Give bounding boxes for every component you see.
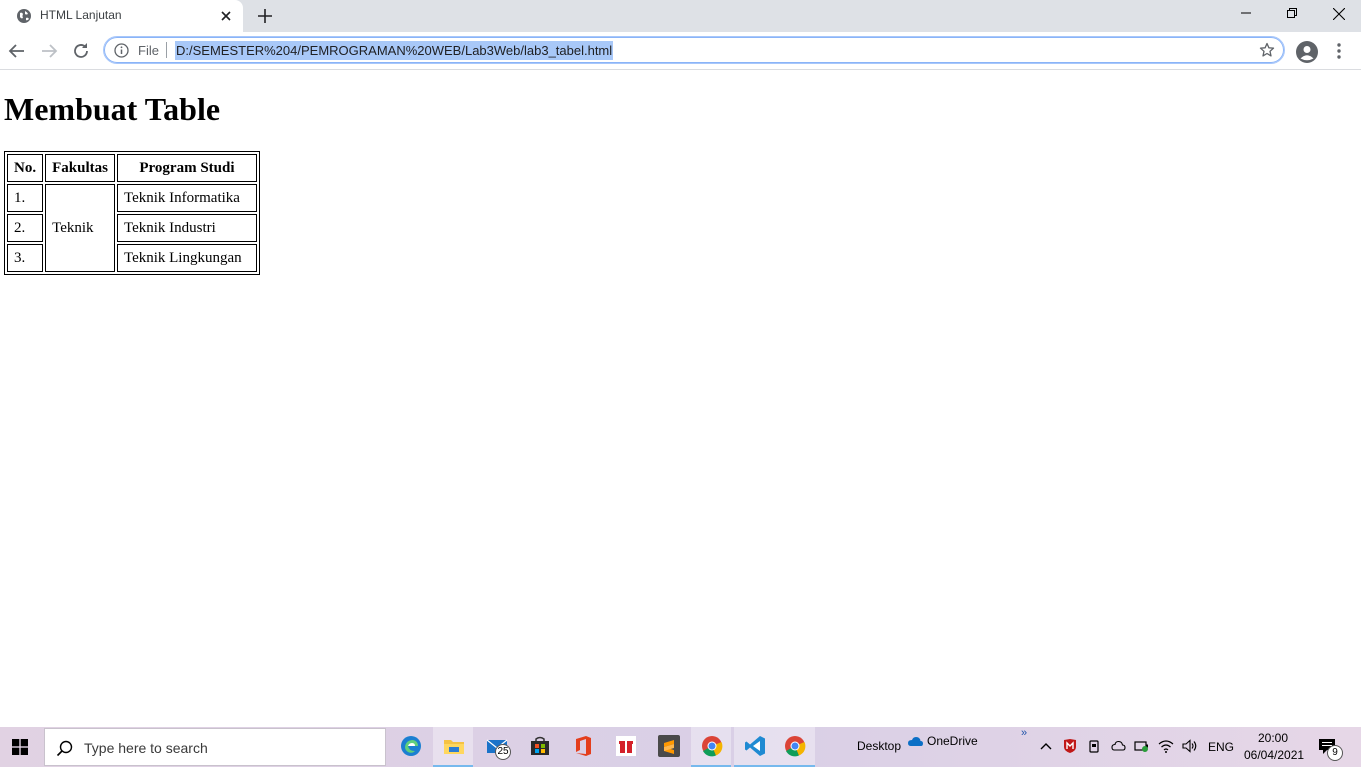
taskbar-app-file-explorer[interactable] <box>433 727 473 767</box>
windows-logo-icon <box>12 739 28 755</box>
table-row: 1. Teknik Teknik Informatika <box>7 184 257 272</box>
vscode-icon <box>745 736 765 756</box>
volume-icon[interactable] <box>1182 738 1198 754</box>
header-no: No. <box>7 154 44 182</box>
onedrive-label[interactable]: OneDrive <box>927 734 978 748</box>
wifi-icon[interactable] <box>1158 738 1174 754</box>
cell-program-studi: Teknik Informatika <box>116 184 257 212</box>
new-tab-icon[interactable] <box>256 7 274 25</box>
store-icon <box>531 736 549 755</box>
tab-title: HTML Lanjutan <box>40 8 122 22</box>
taskbar-app-mail[interactable]: 25 <box>476 727 516 767</box>
cell-program-studi: Teknik Industri <box>116 214 257 242</box>
cell-fakultas: Teknik <box>45 184 115 272</box>
kebab-menu-icon[interactable] <box>1333 42 1345 60</box>
taskbar-search-box[interactable]: Type here to search <box>44 728 386 766</box>
taskbar-app-vscode[interactable] <box>734 727 774 767</box>
url-text[interactable]: D:/SEMESTER%204/PEMROGRAMAN%20WEB/Lab3We… <box>175 41 614 60</box>
info-icon[interactable] <box>114 43 129 58</box>
edge-icon <box>401 736 421 756</box>
forward-arrow-icon[interactable] <box>39 41 59 61</box>
minimize-icon <box>1241 12 1251 14</box>
reload-icon[interactable] <box>71 41 91 61</box>
bookmark-star-icon[interactable] <box>1259 42 1275 58</box>
chrome-icon <box>702 736 723 757</box>
close-window-button[interactable] <box>1315 0 1361 30</box>
page-content: Membuat Table No. Fakultas Program Studi… <box>0 70 1361 727</box>
omnibox-divider <box>166 42 167 58</box>
office-icon <box>576 736 591 756</box>
page-heading: Membuat Table <box>4 91 221 127</box>
browser-toolbar: File D:/SEMESTER%204/PEMROGRAMAN%20WEB/L… <box>0 32 1361 70</box>
address-bar[interactable]: File D:/SEMESTER%204/PEMROGRAMAN%20WEB/L… <box>103 36 1285 64</box>
cloud-sync-icon[interactable] <box>1110 738 1126 754</box>
mcafee-shield-icon[interactable] <box>1062 738 1078 754</box>
taskbar-app-edge[interactable] <box>390 727 430 767</box>
search-icon <box>56 740 73 757</box>
chevron-up-icon[interactable] <box>1038 738 1054 754</box>
taskbar-app-office[interactable] <box>562 727 602 767</box>
toolbar-overflow-chevron[interactable]: » <box>1021 727 1027 739</box>
taskbar-app-gift[interactable] <box>605 727 645 767</box>
taskbar-app-sublime[interactable] <box>648 727 688 767</box>
chrome-active-icon <box>785 736 806 757</box>
table-header-row: No. Fakultas Program Studi <box>7 154 257 182</box>
gift-icon <box>616 736 636 756</box>
close-icon <box>1333 8 1345 20</box>
profile-avatar-icon[interactable] <box>1296 41 1318 63</box>
taskbar-app-chrome-active[interactable] <box>774 727 815 767</box>
clock-date: 06/04/2021 <box>1244 748 1305 762</box>
cell-no: 3. <box>7 244 44 272</box>
restore-icon <box>1287 8 1297 18</box>
back-arrow-icon[interactable] <box>7 41 27 61</box>
cell-no: 1. <box>7 184 44 212</box>
notification-count-badge: 9 <box>1327 745 1343 761</box>
faculty-table: No. Fakultas Program Studi 1. Teknik Tek… <box>4 151 260 275</box>
onedrive-icon[interactable] <box>907 735 923 747</box>
minimize-button[interactable] <box>1223 0 1269 30</box>
taskbar-app-chrome[interactable] <box>691 727 731 767</box>
start-button[interactable] <box>0 727 40 767</box>
language-indicator[interactable]: ENG <box>1208 740 1234 754</box>
mail-unread-badge: 25 <box>495 744 511 760</box>
taskbar-clock[interactable]: 20:00 06/04/2021 <box>1244 730 1305 764</box>
globe-icon <box>17 9 31 23</box>
taskbar-app-store[interactable] <box>519 727 559 767</box>
search-placeholder: Type here to search <box>84 740 208 756</box>
header-program-studi: Program Studi <box>116 154 257 182</box>
restore-button[interactable] <box>1269 0 1315 30</box>
usb-device-icon[interactable] <box>1086 738 1102 754</box>
file-explorer-icon <box>444 740 464 754</box>
browser-tab[interactable]: HTML Lanjutan <box>0 0 243 32</box>
sublime-text-icon <box>658 735 680 757</box>
taskbar: Type here to search 25 Desktop OneDrive … <box>0 727 1361 767</box>
cell-no: 2. <box>7 214 44 242</box>
close-tab-icon[interactable] <box>218 8 234 24</box>
clock-time: 20:00 <box>1257 731 1289 745</box>
tab-strip: HTML Lanjutan <box>0 0 1361 32</box>
battery-charging-icon[interactable] <box>1134 738 1150 754</box>
scheme-label: File <box>138 43 159 58</box>
desktop-toolbar-label[interactable]: Desktop <box>857 739 901 753</box>
header-fakultas: Fakultas <box>45 154 115 182</box>
cell-program-studi: Teknik Lingkungan <box>116 244 257 272</box>
